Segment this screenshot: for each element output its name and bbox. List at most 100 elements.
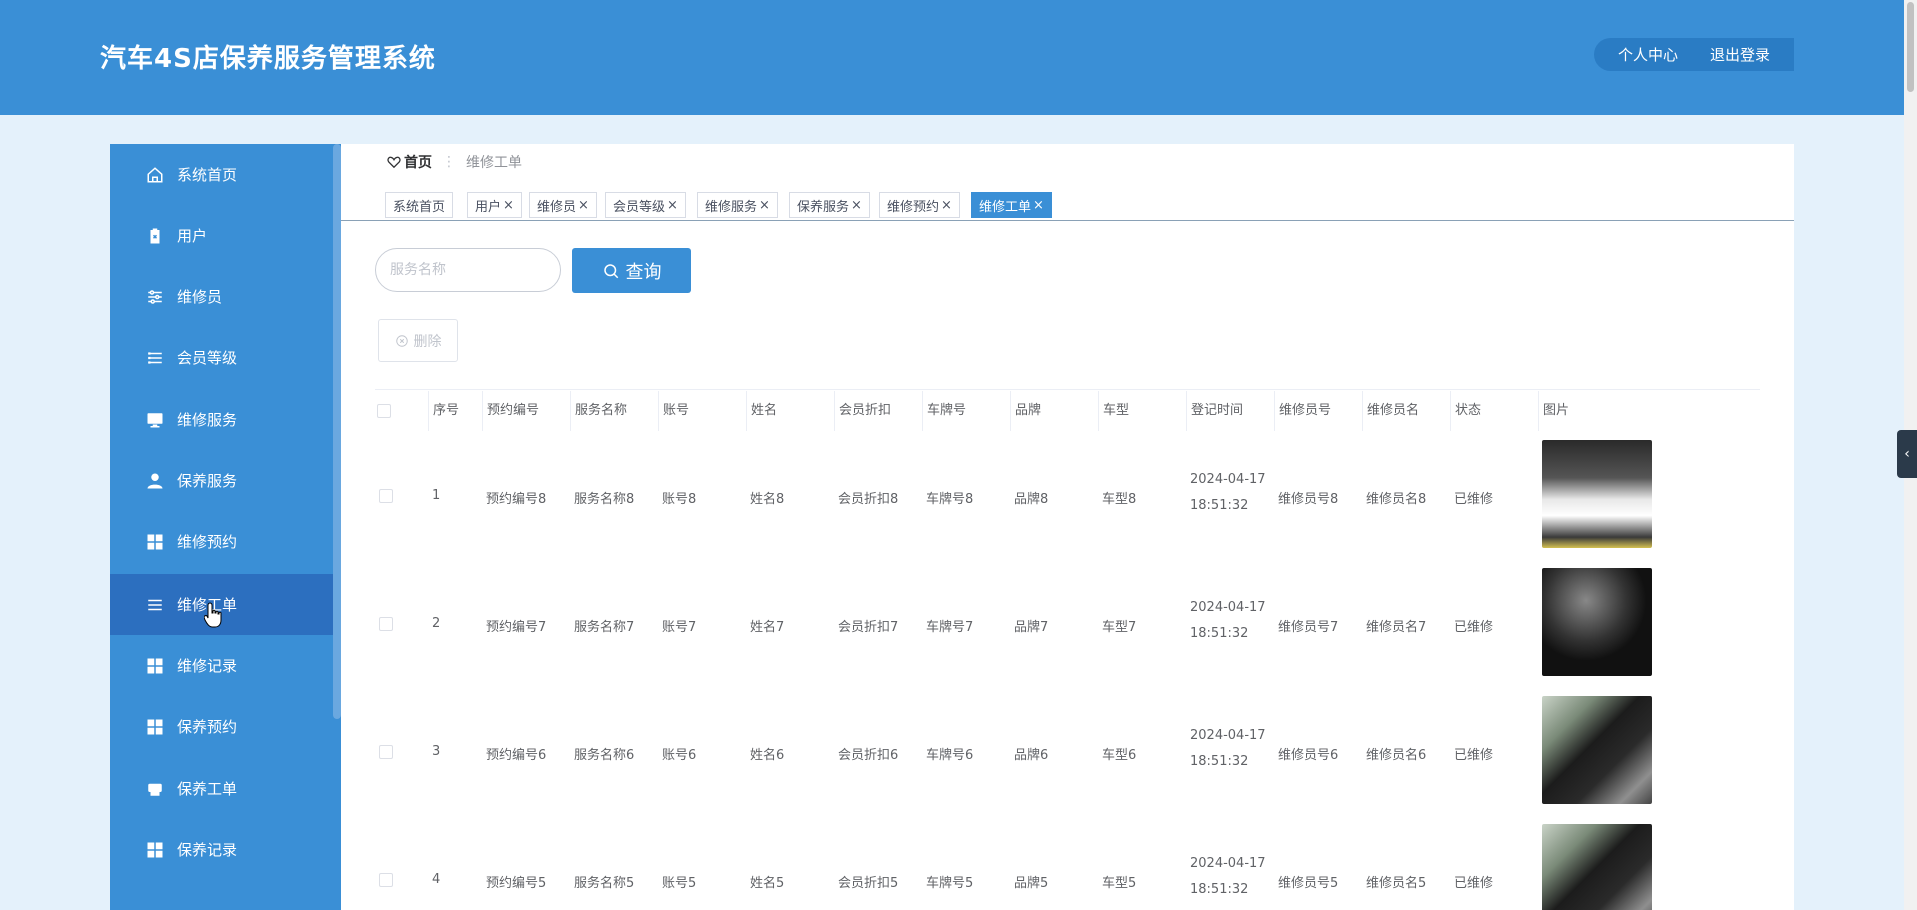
user-icon	[145, 471, 165, 491]
sidebar-item-maintenance-services[interactable]: 保养服务	[110, 450, 341, 511]
tab-repair-bookings[interactable]: 维修预约 ×	[879, 192, 960, 218]
tech-name-cell: 维修员名6	[1366, 748, 1427, 763]
table-row[interactable]: 2 预约编号7 服务名称7 账号7 姓名7 会员折扣7 车牌号7 品牌7 车型7…	[375, 559, 1760, 687]
tab-maintenance-services[interactable]: 保养服务 ×	[789, 192, 870, 218]
delete-button[interactable]: 删除	[378, 319, 458, 362]
main-content: 首页 ⋮ 维修工单 系统首页 用户 × 维修员 × 会员等级 × 维修服务 × 保养服务…	[341, 144, 1794, 910]
sidebar-item-repair-bookings[interactable]: 维修预约	[110, 511, 341, 572]
register-time-cell: 2024-04-17 18:51:32	[1186, 723, 1266, 775]
plate-cell: 车牌号5	[926, 876, 974, 891]
close-icon[interactable]: ×	[941, 198, 952, 213]
sidebar-item-home[interactable]: 系统首页	[110, 144, 341, 205]
hand-pointer-icon	[204, 602, 222, 628]
tech-no-cell: 维修员号6	[1278, 748, 1339, 763]
sidebar-item-maintenance-bookings[interactable]: 保养预约	[110, 696, 341, 757]
column-header: 车型	[1098, 391, 1186, 431]
sidebar-item-repair-services[interactable]: 维修服务	[110, 389, 341, 450]
breadcrumb-home-label: 首页	[404, 155, 432, 171]
model-cell: 车型8	[1102, 492, 1137, 507]
register-time: 18:51:32	[1190, 626, 1249, 641]
close-icon[interactable]: ×	[1033, 198, 1044, 213]
mechanic-engine-photo[interactable]	[1542, 696, 1652, 804]
table-header: 序号 预约编号 服务名称 账号 姓名 会员折扣 车牌号 品牌 车型 登记时间 维…	[375, 391, 1760, 431]
tab-home[interactable]: 系统首页	[385, 192, 454, 218]
select-all-checkbox[interactable]	[377, 403, 391, 418]
account-cell: 账号6	[662, 748, 697, 763]
chevron-left-icon: ‹	[1904, 446, 1910, 462]
sidebar-item-users[interactable]: 用户	[110, 205, 341, 266]
table-row[interactable]: 4 预约编号5 服务名称5 账号5 姓名5 会员折扣5 车牌号5 品牌5 车型5…	[375, 815, 1760, 910]
mechanic-engine-photo[interactable]	[1542, 824, 1652, 910]
table-row[interactable]: 3 预约编号6 服务名称6 账号6 姓名6 会员折扣6 车牌号6 品牌6 车型6…	[375, 687, 1760, 815]
index-cell: 3	[432, 744, 441, 759]
sidebar-item-label: 系统首页	[177, 166, 238, 184]
row-checkbox[interactable]	[379, 488, 393, 503]
close-icon[interactable]: ×	[759, 198, 770, 213]
tech-name-cell: 维修员名8	[1366, 492, 1427, 507]
brand-cell: 品牌5	[1014, 876, 1049, 891]
close-icon[interactable]: ×	[578, 198, 589, 213]
account-cell: 账号5	[662, 876, 697, 891]
column-header: 预约编号	[482, 391, 570, 431]
header-actions: 个人中心 退出登录	[1594, 38, 1794, 71]
column-header: 状态	[1450, 391, 1538, 431]
breadcrumb: 首页 ⋮ 维修工单	[387, 152, 522, 172]
close-icon[interactable]: ×	[667, 198, 678, 213]
close-icon[interactable]: ×	[851, 198, 862, 213]
tab-label: 用户	[475, 199, 502, 215]
row-checkbox[interactable]	[379, 616, 393, 631]
app-header: 汽车4S店保养服务管理系统 个人中心 退出登录	[0, 0, 1904, 115]
breadcrumb-home[interactable]: 首页	[387, 152, 432, 172]
sidebar-item-label: 保养工单	[177, 780, 238, 798]
tab-technicians[interactable]: 维修员 ×	[529, 192, 597, 218]
heart-icon	[387, 156, 401, 169]
booking-no-cell: 预约编号7	[486, 620, 547, 635]
sidebar-item-label: 维修预约	[177, 533, 238, 551]
status-cell: 已维修	[1454, 748, 1494, 763]
booking-no-cell: 预约编号6	[486, 748, 547, 763]
account-cell: 账号8	[662, 492, 697, 507]
logout-link[interactable]: 退出登录	[1710, 44, 1770, 65]
collapse-panel-toggle[interactable]: ‹	[1897, 430, 1917, 478]
sidebar-item-member-levels[interactable]: 会员等级	[110, 327, 341, 388]
grid-icon	[145, 656, 165, 676]
tech-no-cell: 维修员号8	[1278, 492, 1339, 507]
row-checkbox[interactable]	[379, 744, 393, 759]
table-row[interactable]: 1 预约编号8 服务名称8 账号8 姓名8 会员折扣8 车牌号8 品牌8 车型8…	[375, 431, 1760, 559]
car-repair-photo[interactable]	[1542, 440, 1652, 548]
tab-member-levels[interactable]: 会员等级 ×	[605, 192, 686, 218]
home-icon	[145, 165, 165, 185]
column-header: 服务名称	[570, 391, 658, 431]
close-icon[interactable]: ×	[503, 198, 514, 213]
search-button-label: 查询	[625, 261, 662, 282]
sidebar-item-maintenance-records[interactable]: 保养记录	[110, 819, 341, 880]
search-icon	[603, 263, 618, 278]
row-checkbox-cell	[375, 488, 393, 503]
register-date: 2024-04-17	[1190, 728, 1266, 743]
tab-repair-orders[interactable]: 维修工单 ×	[971, 192, 1052, 218]
register-date: 2024-04-17	[1190, 600, 1266, 615]
sidebar-item-label: 会员等级	[177, 349, 238, 367]
mechanic-under-car-photo[interactable]	[1542, 568, 1652, 676]
sidebar-item-label: 维修记录	[177, 657, 238, 675]
personal-center-link[interactable]: 个人中心	[1618, 44, 1678, 65]
sidebar-item-repair-orders[interactable]: 维修工单	[110, 574, 341, 635]
name-cell: 姓名6	[750, 748, 785, 763]
sidebar-item-label: 用户	[177, 227, 208, 245]
model-cell: 车型7	[1102, 620, 1137, 635]
tab-label: 维修服务	[705, 199, 758, 215]
search-button[interactable]: 查询	[572, 248, 691, 293]
service-name-search-input[interactable]	[375, 248, 561, 292]
sidebar-item-technicians[interactable]: 维修员	[110, 266, 341, 327]
model-cell: 车型5	[1102, 876, 1137, 891]
tab-repair-services[interactable]: 维修服务 ×	[697, 192, 778, 218]
tab-users[interactable]: 用户 ×	[467, 192, 522, 218]
sidebar-item-label: 保养记录	[177, 841, 238, 859]
sidebar-scrollbar[interactable]	[333, 144, 341, 719]
printer-icon	[145, 779, 165, 799]
sidebar-item-repair-records[interactable]: 维修记录	[110, 635, 341, 696]
page-scrollbar-thumb[interactable]	[1907, 2, 1914, 92]
grid-icon	[145, 840, 165, 860]
sidebar-item-maintenance-orders[interactable]: 保养工单	[110, 758, 341, 819]
row-checkbox[interactable]	[379, 872, 393, 887]
